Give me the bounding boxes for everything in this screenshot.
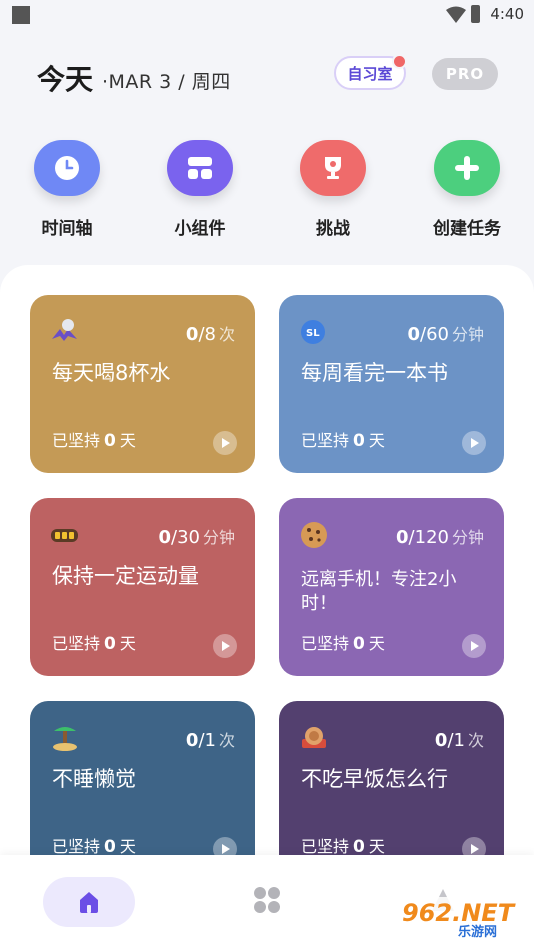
trophy-icon xyxy=(300,140,366,196)
task-streak: 已坚持 0 天 xyxy=(301,634,385,654)
task-card[interactable]: 0/120 分钟 远离手机！专注2小时！ 已坚持 0 天 xyxy=(279,498,504,676)
cookie-icon xyxy=(301,522,327,548)
play-icon xyxy=(222,844,230,854)
task-title: 每周看完一本书 xyxy=(301,361,448,385)
pro-button[interactable]: PRO xyxy=(432,58,498,90)
quick-action-timeline[interactable]: 时间轴 xyxy=(22,140,112,239)
sl-badge-icon: SL xyxy=(301,320,325,344)
sleeping-bat-icon xyxy=(52,319,77,341)
task-card[interactable]: SL 0/60 分钟 每周看完一本书 已坚持 0 天 xyxy=(279,295,504,473)
quick-action-create-task[interactable]: 创建任务 xyxy=(422,140,512,239)
task-card[interactable]: 0/1 次 不睡懒觉 已坚持 0 天 xyxy=(30,701,255,875)
battery-status-icon xyxy=(471,5,480,23)
play-icon xyxy=(222,641,230,651)
plus-icon xyxy=(434,140,500,196)
wifi-icon xyxy=(446,6,466,23)
task-streak: 已坚持 0 天 xyxy=(301,431,385,451)
status-time: 4:40 xyxy=(490,5,524,23)
task-title: 每天喝8杯水 xyxy=(52,361,171,385)
watermark-site-name: 乐游网 xyxy=(458,925,498,940)
quick-action-challenge[interactable]: 挑战 xyxy=(288,140,378,239)
battery-icon xyxy=(51,529,78,542)
quick-action-widgets[interactable]: 小组件 xyxy=(155,140,245,239)
task-card[interactable]: 0/30 分钟 保持一定运动量 已坚持 0 天 xyxy=(30,498,255,676)
svg-text:SL: SL xyxy=(306,328,320,339)
page-title: 今天 xyxy=(37,63,94,96)
task-card[interactable]: 0/1 次 不吃早饭怎么行 已坚持 0 天 xyxy=(279,701,504,875)
task-streak: 已坚持 0 天 xyxy=(52,634,136,654)
watermark: 962.NET 乐游网 xyxy=(396,897,526,943)
island-icon xyxy=(53,727,77,751)
task-progress: 0/1 次 xyxy=(185,730,235,751)
quick-action-label: 创建任务 xyxy=(433,219,501,239)
clock-icon xyxy=(34,140,100,196)
task-progress: 0/120 分钟 xyxy=(396,527,484,548)
study-room-button[interactable]: 自习室 xyxy=(334,54,407,90)
play-button[interactable] xyxy=(213,634,237,658)
play-icon xyxy=(222,438,230,448)
quick-action-label: 时间轴 xyxy=(41,219,93,239)
medal-icon xyxy=(302,727,326,748)
task-title: 不睡懒觉 xyxy=(52,767,136,791)
task-streak: 已坚持 0 天 xyxy=(301,837,385,857)
task-panel: 0/8 次 每天喝8杯水 已坚持 0 天 SL 0/60 分钟 每周看完一本书 已坚持 0… xyxy=(0,265,534,875)
task-streak: 已坚持 0 天 xyxy=(52,837,136,857)
play-button[interactable] xyxy=(462,431,486,455)
play-icon xyxy=(471,641,479,651)
play-icon xyxy=(471,844,479,854)
study-room-label: 自习室 xyxy=(347,64,393,83)
notification-icon xyxy=(12,6,30,24)
widget-icon xyxy=(167,140,233,196)
task-title: 远离手机！专注2小时！ xyxy=(301,569,457,614)
quick-action-label: 挑战 xyxy=(316,219,350,239)
grid-icon[interactable] xyxy=(252,885,282,915)
date-label: ·MAR 3 / 周四 xyxy=(102,71,231,93)
task-progress: 0/1 次 xyxy=(434,730,484,751)
task-progress: 0/8 次 xyxy=(185,324,235,345)
play-button[interactable] xyxy=(213,431,237,455)
play-icon xyxy=(471,438,479,448)
status-bar: 4:40 xyxy=(0,0,534,30)
task-title: 保持一定运动量 xyxy=(52,564,199,588)
home-icon xyxy=(80,892,98,913)
quick-action-label: 小组件 xyxy=(174,219,226,239)
task-progress: 0/30 分钟 xyxy=(158,527,235,548)
nav-home-tab[interactable] xyxy=(43,877,135,927)
task-title: 不吃早饭怎么行 xyxy=(301,767,448,791)
task-progress: 0/60 分钟 xyxy=(407,324,484,345)
header: 今天 ·MAR 3 / 周四 自习室 PRO xyxy=(0,40,534,110)
notification-dot xyxy=(392,54,407,69)
play-button[interactable] xyxy=(462,634,486,658)
task-card[interactable]: 0/8 次 每天喝8杯水 已坚持 0 天 xyxy=(30,295,255,473)
task-streak: 已坚持 0 天 xyxy=(52,431,136,451)
